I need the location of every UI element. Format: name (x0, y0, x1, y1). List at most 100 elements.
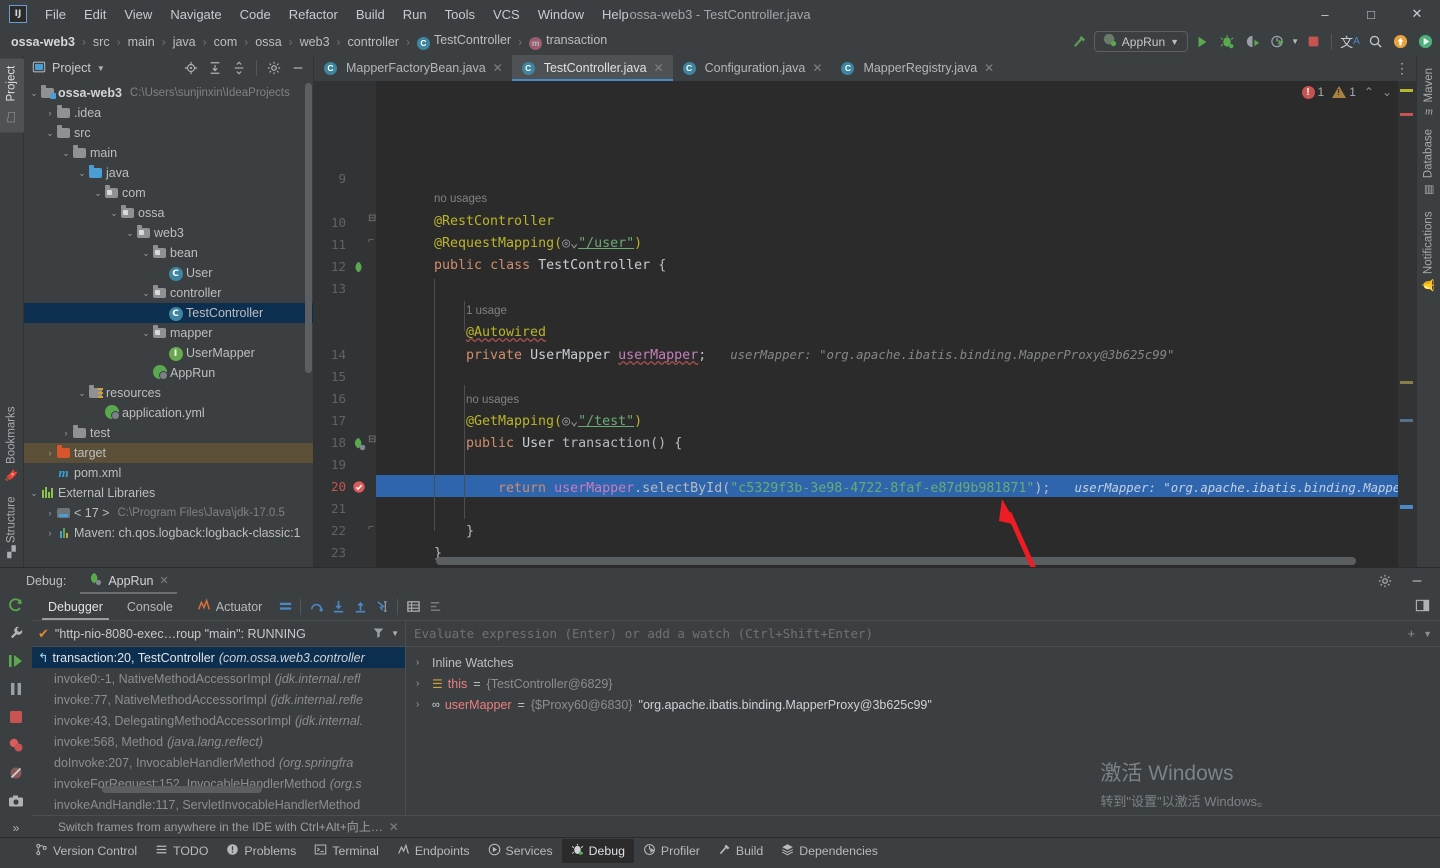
tree-expand-arrow-icon[interactable]: ⌄ (140, 328, 152, 339)
tree-expand-arrow-icon[interactable]: ⌄ (92, 188, 104, 199)
tree-item-apprun[interactable]: · AppRun (24, 363, 313, 383)
stack-frame-row[interactable]: doInvoke:207, InvocableHandlerMethod (org… (32, 752, 405, 773)
tree-expand-arrow-icon[interactable]: › (44, 508, 56, 518)
tree-expand-arrow-icon[interactable]: · (92, 408, 104, 418)
chevron-down-icon[interactable]: ▼ (1291, 37, 1299, 46)
more-actions-icon[interactable]: » (13, 821, 20, 835)
menu-file[interactable]: File (36, 3, 75, 26)
tree-expand-arrow-icon[interactable]: ⌄ (28, 488, 40, 499)
editor-horizontal-scrollbar[interactable] (436, 557, 1356, 565)
fold-marker-icon[interactable]: ⌐ (368, 522, 374, 533)
bottom-tab-todo[interactable]: TODO (146, 839, 217, 863)
tree-item-java[interactable]: ⌄ java (24, 163, 313, 183)
run-to-cursor-icon[interactable] (371, 597, 393, 617)
stack-frame-row[interactable]: ↰ transaction:20, TestController (com.ossa… (32, 647, 405, 668)
tree-expand-arrow-icon[interactable]: ⌄ (60, 148, 72, 159)
sidebar-item-notifications[interactable]: 🔔 Notifications (1419, 204, 1438, 299)
tree-item-pom-xml[interactable]: ·m pom.xml (24, 463, 313, 483)
bottom-tab-terminal[interactable]: Terminal (305, 839, 387, 863)
menu-code[interactable]: Code (231, 3, 280, 26)
variables-list[interactable]: › Inline Watches › ☰ this = {TestController@68… (406, 647, 1440, 815)
step-over-icon[interactable] (305, 597, 327, 617)
hide-panel-icon[interactable] (287, 57, 309, 79)
tree-expand-arrow-icon[interactable]: · (156, 348, 168, 358)
editor-tab-configuration[interactable]: C Configuration.java ✕ (673, 55, 832, 81)
chevron-down-icon[interactable]: ▼ (97, 64, 105, 73)
rerun-icon[interactable] (8, 597, 24, 616)
editor-tab-options[interactable]: ⋮ (1395, 55, 1416, 81)
variable-row[interactable]: › ∞ userMapper = {$Proxy60@6830} "org.apache.… (406, 694, 1440, 715)
sidebar-item-structure[interactable]: ▞ Structure (2, 489, 21, 563)
expand-arrow-icon[interactable]: › (416, 699, 426, 710)
camera-icon[interactable] (8, 793, 24, 812)
bottom-tab-endpoints[interactable]: Endpoints (388, 839, 479, 863)
bottom-tab-debug[interactable]: Debug (561, 838, 634, 863)
breadcrumb-item-java[interactable]: java (170, 34, 199, 50)
locate-icon[interactable] (180, 57, 202, 79)
error-count[interactable]: ! 1 (1301, 85, 1324, 99)
tree-item-test[interactable]: › test (24, 423, 313, 443)
tree-expand-arrow-icon[interactable]: ⌄ (28, 88, 40, 99)
ide-icon[interactable] (1414, 31, 1436, 53)
tree-expand-arrow-icon[interactable]: ⌄ (108, 208, 120, 219)
bottom-tab-build[interactable]: Build (709, 839, 772, 863)
code-text-area[interactable]: no usages @RestController @RequestMappin… (376, 81, 1398, 567)
tree-item-testcontroller[interactable]: ·CTestController (24, 303, 313, 323)
restore-layout-icon[interactable] (1415, 598, 1440, 616)
sidebar-item-database[interactable]: ▤ Database (1419, 122, 1438, 203)
frames-horizontal-scrollbar[interactable] (102, 786, 262, 793)
gear-icon[interactable] (1374, 570, 1396, 592)
tree-expand-arrow-icon[interactable]: ⌄ (140, 248, 152, 259)
menu-edit[interactable]: Edit (75, 3, 115, 26)
wrench-icon[interactable] (8, 625, 24, 644)
menu-tools[interactable]: Tools (436, 3, 484, 26)
expand-arrow-icon[interactable]: › (416, 678, 426, 689)
stop-icon[interactable] (1302, 31, 1324, 53)
breadcrumb-item-com[interactable]: com (211, 34, 241, 50)
next-problem-icon[interactable]: ⌄ (1382, 85, 1392, 99)
bottom-tab-services[interactable]: Services (479, 839, 562, 863)
tree-item-17[interactable]: › < 17 > C:\Program Files\Java\jdk-17.0.5 (24, 503, 313, 523)
breadcrumb-item-class[interactable]: C TestController (414, 32, 514, 51)
bottom-tab-profiler[interactable]: Profiler (634, 839, 709, 863)
minimize-icon[interactable] (1406, 570, 1428, 592)
evaluate-expression-bar[interactable]: Evaluate expression (Enter) or add a wat… (406, 621, 1440, 647)
menu-refactor[interactable]: Refactor (280, 3, 347, 26)
close-icon[interactable]: ✕ (389, 820, 399, 834)
tree-item-user[interactable]: ·CUser (24, 263, 313, 283)
chevron-down-icon[interactable]: ▼ (1423, 629, 1432, 639)
run-configuration-selector[interactable]: AppRun ▼ (1093, 31, 1189, 52)
breadcrumb-item-project[interactable]: ossa-web3 (8, 34, 78, 50)
view-breakpoints-icon[interactable] (8, 737, 24, 756)
close-icon[interactable]: ✕ (984, 61, 994, 75)
variable-row[interactable]: › Inline Watches (406, 652, 1440, 673)
bottom-tab-problems[interactable]: Problems (217, 839, 305, 863)
editor-content[interactable]: 9 10 11 12 13 14 15 16 17 18 19 20 21 22… (314, 81, 1416, 567)
tree-item-mapper[interactable]: ⌄ mapper (24, 323, 313, 343)
editor-tab-mapperregistry[interactable]: C MapperRegistry.java ✕ (831, 55, 1003, 81)
tree-item-application-yml[interactable]: · application.yml (24, 403, 313, 423)
editor-gutter[interactable]: 9 10 11 12 13 14 15 16 17 18 19 20 21 22… (314, 81, 376, 567)
expand-arrow-icon[interactable]: › (416, 657, 426, 668)
maximize-button[interactable]: □ (1348, 0, 1394, 28)
prev-problem-icon[interactable]: ⌃ (1364, 85, 1374, 99)
tab-console[interactable]: Console (115, 595, 185, 619)
stack-frame-row[interactable]: invoke:77, NativeMethodAccessorImpl (jdk.… (32, 689, 405, 710)
tree-expand-arrow-icon[interactable]: ⌄ (140, 288, 152, 299)
add-watch-icon[interactable]: + (1407, 626, 1415, 641)
tree-item-target[interactable]: › target (24, 443, 313, 463)
menu-run[interactable]: Run (394, 3, 436, 26)
menu-navigate[interactable]: Navigate (161, 3, 230, 26)
mapping-gutter-inline-icon[interactable]: ◎⌄ (562, 236, 578, 251)
thread-selector[interactable]: ✔ "http-nio-8080-exec…roup "main": RUNNI… (32, 621, 405, 647)
menu-help[interactable]: Help (593, 3, 638, 26)
tree-expand-arrow-icon[interactable]: › (44, 528, 56, 538)
breadcrumb-item-ossa[interactable]: ossa (252, 34, 284, 50)
step-out-icon[interactable] (349, 597, 371, 617)
tree-expand-arrow-icon[interactable]: ⌄ (76, 168, 88, 179)
warning-count[interactable]: 1 (1332, 85, 1356, 99)
menu-build[interactable]: Build (347, 3, 394, 26)
table-icon[interactable] (402, 597, 424, 617)
tree-expand-arrow-icon[interactable]: · (44, 468, 56, 478)
tree-expand-arrow-icon[interactable]: · (156, 268, 168, 278)
